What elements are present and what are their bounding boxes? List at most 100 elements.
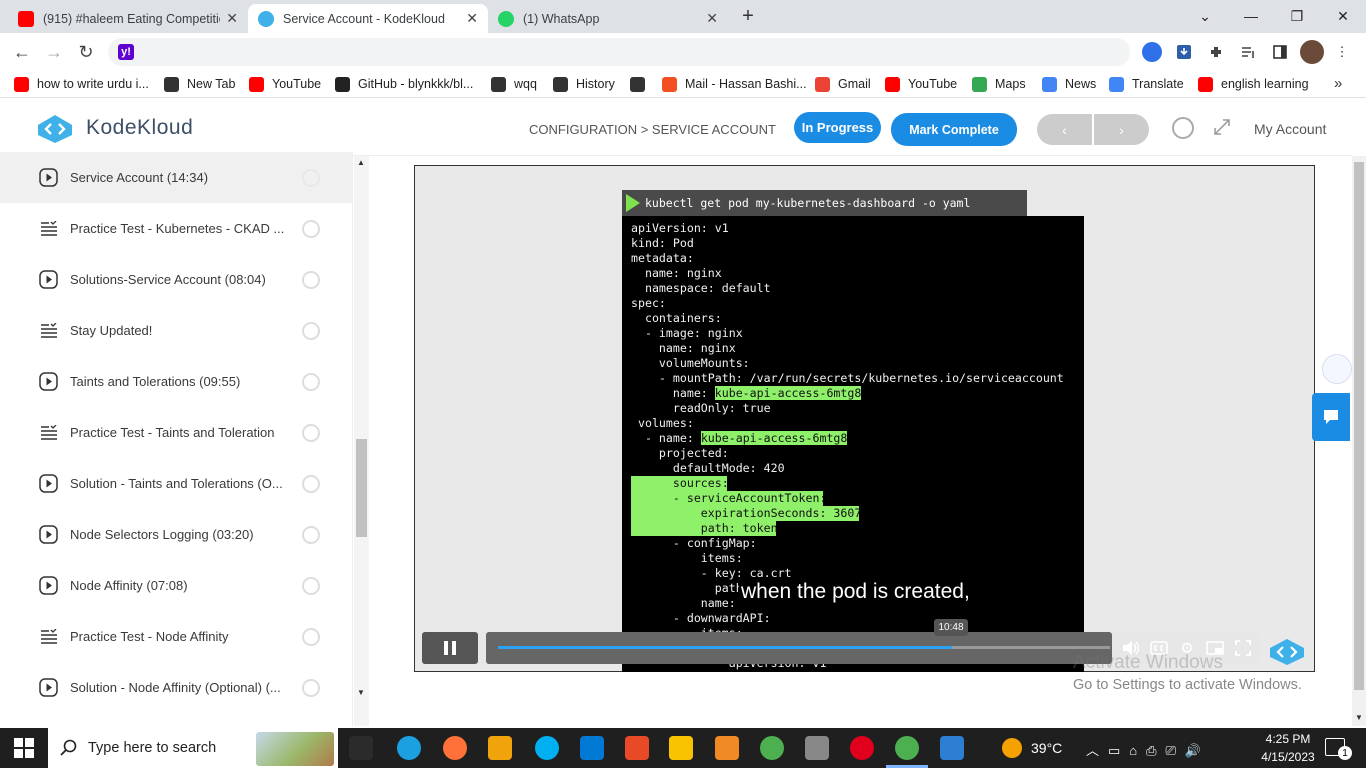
lesson-item[interactable]: Node Affinity (07:08): [0, 560, 353, 611]
whatsapp-icon: [498, 10, 514, 27]
address-bar[interactable]: y!: [108, 38, 1162, 66]
bookmarks-overflow-button[interactable]: »: [1334, 75, 1342, 92]
seek-time-tooltip: 10:48: [934, 619, 968, 636]
kodekloud-logo-icon[interactable]: [34, 113, 76, 145]
firefox-icon[interactable]: [443, 736, 467, 760]
reload-button[interactable]: ↻: [72, 38, 100, 66]
sidebar-scrollbar[interactable]: ▲ ▼: [354, 156, 369, 726]
lesson-item[interactable]: Solution - Node Affinity (Optional) (...: [0, 662, 353, 713]
lesson-item[interactable]: Taints and Tolerations (09:55): [0, 356, 353, 407]
lesson-status-circle[interactable]: [302, 627, 320, 646]
edge-icon[interactable]: [397, 736, 421, 760]
page-scroll-thumb[interactable]: [1354, 162, 1364, 690]
lesson-status-circle[interactable]: [302, 678, 320, 697]
profile-avatar[interactable]: [1300, 40, 1324, 64]
lesson-item[interactable]: Solution - Taints and Tolerations (O...: [0, 458, 353, 509]
back-button[interactable]: ←: [8, 38, 36, 66]
lesson-item[interactable]: Practice Test - Kubernetes - CKAD ...: [0, 203, 353, 254]
page-scrollbar[interactable]: ▼: [1352, 156, 1366, 726]
tab-search-button[interactable]: ⌄: [1182, 0, 1228, 32]
bookmark-11[interactable]: Maps: [972, 73, 1026, 95]
microphone-icon[interactable]: [1142, 42, 1162, 62]
bookmark-9[interactable]: Gmail: [815, 73, 871, 95]
bookmark-14[interactable]: english learning: [1198, 73, 1309, 95]
voice-widget-icon[interactable]: [1322, 354, 1352, 384]
bookmark-5[interactable]: wqq: [491, 73, 537, 95]
bookmark-7[interactable]: [630, 73, 653, 95]
lesson-item[interactable]: Practice Test - Node Affinity: [0, 611, 353, 662]
lesson-status-circle[interactable]: [302, 270, 320, 289]
bookmark-1[interactable]: how to write urdu i...: [14, 73, 149, 95]
close-tab-icon[interactable]: ✕: [706, 10, 718, 27]
next-lesson-button[interactable]: ›: [1094, 114, 1149, 145]
menu-icon[interactable]: ⋮: [1330, 40, 1354, 64]
lesson-status-circle[interactable]: [302, 474, 320, 493]
tab-1[interactable]: (915) #haleem Eating Competitio ✕: [8, 4, 248, 33]
fullscreen-icon[interactable]: [1212, 117, 1234, 139]
download-icon[interactable]: [1172, 40, 1196, 64]
chrome-active-icon[interactable]: [895, 736, 919, 760]
lesson-status-circle[interactable]: [302, 372, 320, 391]
mark-complete-button[interactable]: Mark Complete: [891, 113, 1017, 146]
close-tab-icon[interactable]: ✕: [226, 10, 238, 27]
lesson-item[interactable]: Service Account (14:34): [0, 152, 353, 203]
side-panel-icon[interactable]: [1268, 40, 1292, 64]
status-badge[interactable]: In Progress: [794, 112, 881, 143]
app-icon[interactable]: [625, 736, 649, 760]
forward-button[interactable]: →: [40, 38, 68, 66]
lesson-status-circle[interactable]: [302, 423, 320, 442]
weather-temperature[interactable]: 39°C: [1031, 740, 1062, 756]
minimize-button[interactable]: —: [1228, 0, 1274, 32]
sidebar-scroll-thumb[interactable]: [356, 439, 367, 537]
new-tab-button[interactable]: +: [738, 5, 758, 27]
media-control-icon[interactable]: [1236, 40, 1260, 64]
extensions-icon[interactable]: [1204, 40, 1228, 64]
file-explorer-icon[interactable]: [669, 736, 693, 760]
bookmark-10[interactable]: YouTube: [885, 73, 957, 95]
settings-app-icon[interactable]: [715, 736, 739, 760]
chat-widget-button[interactable]: [1312, 393, 1350, 441]
app-icon-2[interactable]: [805, 736, 829, 760]
lesson-item[interactable]: Solutions-Service Account (08:04): [0, 254, 353, 305]
lesson-status-circle[interactable]: [302, 321, 320, 340]
tab-2[interactable]: Service Account - KodeKloud ✕: [248, 4, 488, 33]
pause-button[interactable]: [422, 632, 478, 664]
skype-icon[interactable]: [535, 736, 559, 760]
bookmark-8[interactable]: Mail - Hassan Bashi...: [662, 73, 807, 95]
lesson-item[interactable]: Node Selectors Logging (03:20): [0, 509, 353, 560]
previous-lesson-button[interactable]: ‹: [1037, 114, 1092, 145]
lesson-item[interactable]: Practice Test - Taints and Toleration: [0, 407, 353, 458]
taskbar-search[interactable]: Type here to search: [48, 728, 338, 768]
task-view-icon[interactable]: [349, 736, 373, 760]
bookmark-6[interactable]: History: [553, 73, 615, 95]
bookmark-13[interactable]: Translate: [1109, 73, 1184, 95]
clock-date[interactable]: 4/15/2023: [1252, 750, 1324, 764]
bookmark-3[interactable]: YouTube: [249, 73, 321, 95]
clock-time[interactable]: 4:25 PM: [1262, 732, 1314, 746]
chrome-icon[interactable]: [760, 736, 784, 760]
windows-start-icon[interactable]: [14, 738, 34, 758]
site-logo-text[interactable]: KodeKloud: [86, 116, 193, 140]
lesson-status-circle[interactable]: [302, 168, 320, 187]
photos-icon[interactable]: [940, 736, 964, 760]
maximize-button[interactable]: ❐: [1274, 0, 1320, 32]
opera-icon[interactable]: [850, 736, 874, 760]
lesson-status-circle[interactable]: [302, 576, 320, 595]
lesson-status-circle[interactable]: [302, 525, 320, 544]
lesson-status-circle[interactable]: [302, 219, 320, 238]
bookmark-4[interactable]: GitHub - blynkkk/bl...: [335, 73, 473, 95]
close-tab-icon[interactable]: ✕: [466, 10, 478, 27]
bookmark-12[interactable]: News: [1042, 73, 1096, 95]
lesson-item[interactable]: Stay Updated!: [0, 305, 353, 356]
store-icon[interactable]: [488, 736, 512, 760]
close-window-button[interactable]: ✕: [1320, 0, 1366, 32]
weather-icon[interactable]: [1002, 738, 1022, 758]
tab-3[interactable]: (1) WhatsApp ✕: [488, 4, 728, 33]
video-fullscreen-icon[interactable]: [1233, 638, 1253, 658]
bookmark-2[interactable]: New Tab: [164, 73, 235, 95]
youtube-icon: [14, 76, 29, 92]
mail-icon[interactable]: [580, 736, 604, 760]
system-tray-icons[interactable]: ︿▭⌂⎙⎚🔊: [1086, 740, 1210, 759]
my-account-link[interactable]: My Account: [1254, 121, 1326, 137]
dark-mode-icon[interactable]: [1172, 117, 1194, 139]
